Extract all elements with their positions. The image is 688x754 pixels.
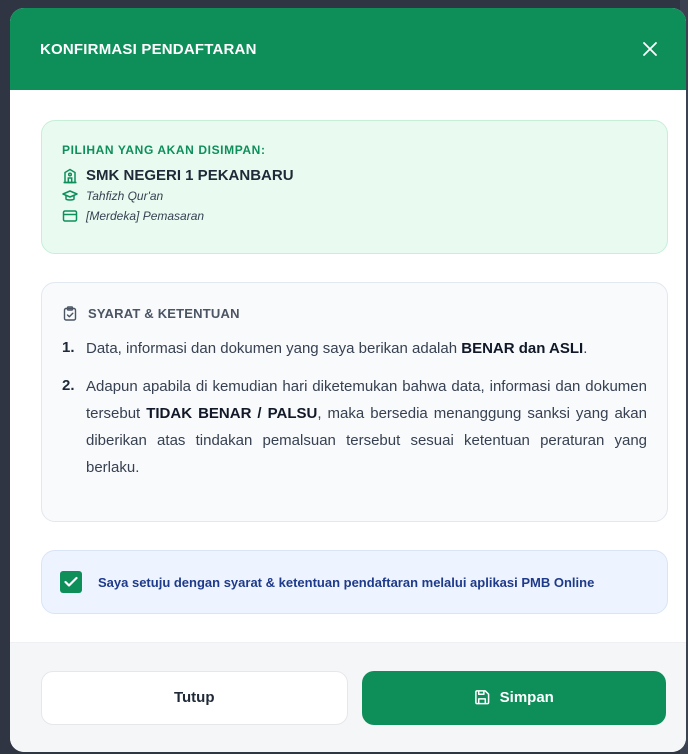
- close-button[interactable]: Tutup: [41, 670, 348, 725]
- selection-program-row: Tahfizh Qur'an: [62, 188, 647, 204]
- save-button-label: Simpan: [499, 689, 554, 706]
- selection-school-row: SMK NEGERI 1 PEKANBARU: [62, 167, 647, 184]
- agree-checkbox[interactable]: [60, 571, 82, 593]
- close-icon[interactable]: [638, 37, 662, 61]
- term-number: 2.: [62, 377, 75, 394]
- terms-section: SYARAT & KETENTUAN 1. Data, informasi da…: [41, 282, 668, 522]
- clipboard-check-icon: [62, 305, 78, 321]
- major-name: [Merdeka] Pemasaran: [86, 209, 205, 223]
- modal-body: PILIHAN YANG AKAN DISIMPAN: SMK NEGERI 1…: [10, 90, 686, 614]
- agreement-row[interactable]: Saya setuju dengan syarat & ketentuan pe…: [41, 550, 668, 614]
- agree-label[interactable]: Saya setuju dengan syarat & ketentuan pe…: [98, 575, 594, 590]
- selection-major-row: [Merdeka] Pemasaran: [62, 208, 647, 224]
- save-button[interactable]: Simpan: [361, 670, 666, 725]
- card-icon: [62, 208, 78, 224]
- save-icon: [474, 690, 490, 706]
- check-icon: [64, 576, 78, 587]
- terms-heading: SYARAT & KETENTUAN: [62, 305, 647, 321]
- term-text: Adapun apabila di kemudian hari diketemu…: [86, 378, 647, 476]
- term-item: 1. Data, informasi dan dokumen yang saya…: [62, 339, 647, 359]
- school-icon: [62, 168, 78, 184]
- graduation-cap-icon: [62, 188, 78, 204]
- close-button-label: Tutup: [173, 689, 215, 706]
- terms-heading-label: SYARAT & KETENTUAN: [88, 305, 240, 321]
- term-item: 2. Adapun apabila di kemudian hari diket…: [62, 377, 647, 481]
- confirmation-modal: KONFIRMASI PENDAFTARAN PILIHAN YANG AKAN…: [10, 8, 686, 752]
- school-name: SMK NEGERI 1 PEKANBARU: [86, 167, 294, 184]
- selection-summary: PILIHAN YANG AKAN DISIMPAN: SMK NEGERI 1…: [41, 120, 668, 254]
- program-name: Tahfizh Qur'an: [86, 189, 164, 203]
- term-text: Data, informasi dan dokumen yang saya be…: [86, 340, 588, 357]
- selection-heading: PILIHAN YANG AKAN DISIMPAN:: [62, 143, 266, 157]
- term-number: 1.: [62, 339, 75, 356]
- term-emphasis: TIDAK BENAR / PALSU: [146, 405, 318, 422]
- modal-title: KONFIRMASI PENDAFTARAN: [40, 40, 257, 58]
- term-emphasis: BENAR dan ASLI: [461, 340, 584, 357]
- modal-header: KONFIRMASI PENDAFTARAN: [10, 8, 686, 90]
- modal-footer: Tutup Simpan: [10, 642, 686, 752]
